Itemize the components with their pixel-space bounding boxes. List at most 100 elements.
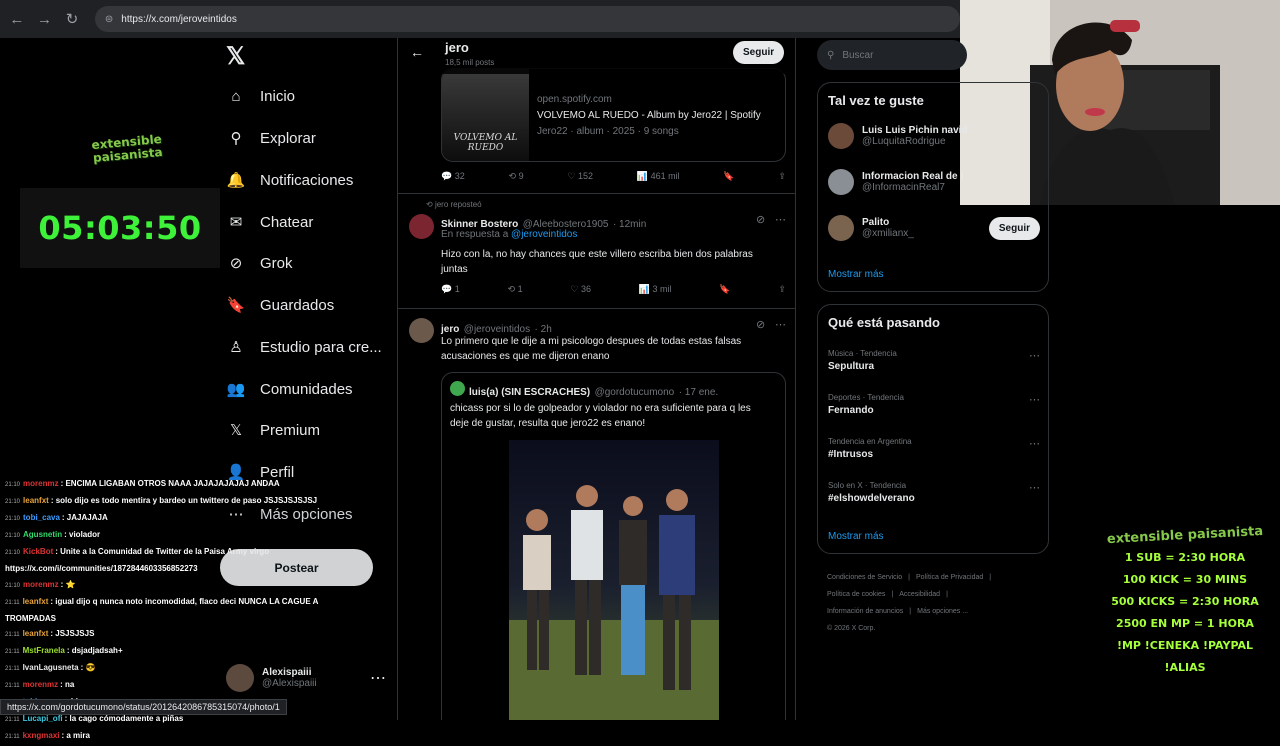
footer-link[interactable]: Política de cookies [827, 591, 885, 598]
trend-more-icon[interactable]: ⋯ [1029, 393, 1040, 406]
search-input[interactable]: ⚲ Buscar [817, 40, 967, 70]
chat-text: : dsjadjadsah+ [66, 645, 123, 655]
suggested-account[interactable]: Luis Luis Pichin navid @LuquitaRodrigue [828, 123, 1040, 149]
footer-link[interactable]: Información de anuncios [827, 608, 903, 615]
nav-label: Grok [260, 254, 293, 272]
suggested-account[interactable]: Informacion Real de I @InformacinReal7 [828, 169, 1040, 195]
chat-time: 21:11 [5, 734, 20, 741]
nav-item-premium[interactable]: 𝕏 Premium [226, 420, 320, 440]
nav-item-inicio[interactable]: ⌂ Inicio [226, 86, 295, 106]
grok-icon[interactable]: ⊘ [756, 318, 765, 331]
nav-item-guardados[interactable]: 🔖 Guardados [226, 295, 335, 315]
profile-name: jero [445, 40, 469, 55]
avatar [409, 214, 434, 239]
trend-name: Fernando [828, 405, 874, 416]
share-icon[interactable]: ⇪ [778, 284, 786, 295]
nav-item-explorar[interactable]: ⚲ Explorar [226, 128, 316, 148]
account-name: Alexispaiii [262, 667, 312, 678]
reply-button[interactable]: 💬 1 [441, 284, 460, 295]
reload-icon[interactable]: ↻ [61, 8, 83, 30]
url-text: https://x.com/jeroveintidos [121, 13, 237, 25]
post-button[interactable]: Postear [220, 549, 373, 586]
nav-item-chatear[interactable]: ✉ Chatear [226, 212, 314, 232]
quoted-tweet[interactable]: luis(a) (SIN ESCRACHES) @gordotucumono ·… [441, 372, 786, 720]
trend-item[interactable]: Deportes · Tendencia Fernando ⋯ [828, 393, 1040, 416]
nav-label: Premium [260, 421, 321, 439]
trend-more-icon[interactable]: ⋯ [1029, 481, 1040, 494]
like-button[interactable]: ♡ 36 [570, 284, 591, 295]
chat-username: Agusnetin [23, 530, 63, 540]
x-logo-icon[interactable]: 𝕏 [226, 42, 245, 71]
chat-username: morenmz [23, 479, 59, 488]
tweet-more-icon[interactable]: ⋯ [775, 213, 786, 226]
tweet-text: Hizo con la, no hay chances que este vil… [441, 249, 753, 275]
footer-link[interactable]: Más opciones ... [917, 608, 968, 615]
nav-item-ms[interactable]: ⋯ Más opciones [226, 504, 353, 524]
overlay-rule-line: 500 KICKS = 2:30 HORA [1111, 595, 1259, 608]
trend-name: #elshowdelverano [828, 493, 915, 504]
chat-username: morenmz [22, 680, 59, 690]
panel-title: Tal vez te guste [828, 93, 924, 108]
follow-button[interactable]: Seguir [733, 41, 785, 64]
account-name: Luis Luis Pichin navid [862, 125, 968, 136]
search-icon: ⚲ [230, 130, 242, 147]
browser-toolbar: ← → ↻ ⊜ https://x.com/jeroveintidos [0, 0, 960, 38]
trend-item[interactable]: Música · Tendencia Sepultura ⋯ [828, 349, 1040, 372]
chat-time: 21:10 [5, 516, 21, 523]
trend-item[interactable]: Tendencia en Argentina #Intrusos ⋯ [828, 437, 1040, 460]
bookmark-icon[interactable]: 🔖 [719, 284, 730, 295]
who-to-follow-panel: Tal vez te guste Luis Luis Pichin navid @… [817, 82, 1049, 292]
footer-link[interactable]: © 2026 X Corp. [827, 625, 875, 632]
quote-photo[interactable] [509, 440, 719, 720]
suggested-account[interactable]: Palito @xmilianx_ Seguir [828, 215, 1040, 241]
like-button[interactable]: ♡ 152 [567, 171, 593, 182]
subathon-timer: 05:03:50 [20, 188, 220, 268]
forward-icon[interactable]: → [34, 8, 56, 30]
album-art: VOLVEMO AL RUEDO [442, 69, 529, 161]
footer-link[interactable]: Condiciones de Servicio [827, 574, 902, 581]
spotify-card[interactable]: VOLVEMO AL RUEDO open.spotify.com VOLVEM… [441, 68, 786, 162]
repost-button[interactable]: ⟲ 9 [509, 171, 524, 182]
tweet-more-icon[interactable]: ⋯ [775, 318, 786, 331]
nav-item-notificaciones[interactable]: 🔔 Notificaciones [226, 170, 354, 190]
show-more-link[interactable]: Mostrar más [828, 269, 884, 280]
bookmark-icon[interactable]: 🔖 [723, 171, 734, 182]
trend-more-icon[interactable]: ⋯ [1029, 349, 1040, 362]
nav-item-grok[interactable]: ⊘ Grok [226, 253, 293, 273]
grok-icon[interactable]: ⊘ [756, 213, 765, 226]
trend-more-icon[interactable]: ⋯ [1029, 437, 1040, 450]
follow-button[interactable]: Seguir [988, 216, 1040, 240]
nav-item-comunidades[interactable]: 👥 Comunidades [226, 379, 353, 399]
overlay-logo: extensible paisanista [1106, 523, 1264, 548]
stream-overlay-rules: extensible paisanista 1 SUB = 2:30 HORA 1… [1100, 524, 1270, 693]
back-arrow-icon[interactable]: ← [410, 44, 424, 60]
views-button[interactable]: 📊 3 mil [639, 284, 672, 295]
nav-item-perfil[interactable]: 👤 Perfil [226, 462, 295, 482]
trend-item[interactable]: Solo en X · Tendencia #elshowdelverano ⋯ [828, 481, 1040, 504]
views-button[interactable]: 📊 461 mil [637, 171, 680, 182]
reply-to-link[interactable]: @jeroveintidos [511, 229, 577, 240]
tweet-jero[interactable]: jero @jeroveintidos · 2h ⊘ ⋯ Lo primero … [398, 310, 795, 720]
reply-button[interactable]: 💬 32 [441, 171, 465, 182]
channel-logo: extensible paisanista [90, 131, 164, 165]
repost-button[interactable]: ⟲ 1 [508, 284, 523, 295]
footer-link[interactable]: Política de Privacidad [916, 574, 983, 581]
tweet-skinner[interactable]: ⟲ jero reposteó Skinner Bostero @Aleebos… [398, 196, 795, 308]
address-bar[interactable]: ⊜ https://x.com/jeroveintidos [94, 6, 960, 32]
more-icon[interactable]: ⋯ [370, 668, 386, 688]
profile-feed: ← jero 18,5 mil posts Seguir VOLVEMO AL … [397, 38, 796, 720]
footer-separator: | [946, 591, 948, 598]
footer-link[interactable]: Accesibilidad [899, 591, 940, 598]
show-more-link[interactable]: Mostrar más [828, 531, 884, 542]
search-icon: ⚲ [827, 49, 835, 61]
account-handle: @Alexispaiii [262, 678, 317, 689]
site-info-icon[interactable]: ⊜ [105, 14, 113, 25]
chat-time: 21:10 [5, 582, 21, 589]
footer-separator: | [891, 591, 894, 598]
trend-name: Sepultura [828, 361, 875, 372]
nav-label: Inicio [260, 87, 296, 105]
share-icon[interactable]: ⇪ [778, 171, 786, 182]
nav-item-estudio[interactable]: ♙ Estudio para cre... [226, 337, 381, 357]
account-switcher[interactable]: Alexispaiii @Alexispaiii ⋯ [226, 664, 386, 692]
back-icon[interactable]: ← [6, 8, 28, 30]
